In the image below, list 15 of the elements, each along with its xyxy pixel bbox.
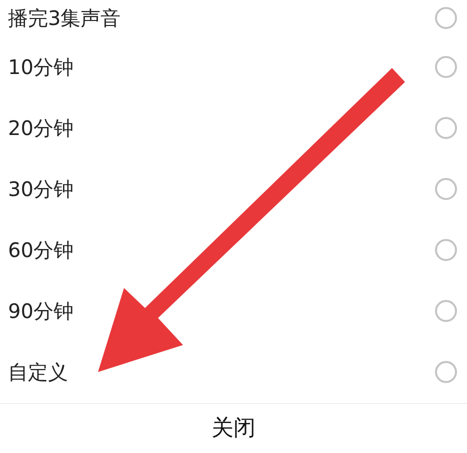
option-label: 20分钟: [8, 114, 74, 142]
option-label: 60分钟: [8, 236, 74, 264]
radio-button[interactable]: [435, 238, 457, 260]
option-label: 播完3集声音: [8, 5, 121, 32]
option-label: 自定义: [8, 358, 68, 386]
radio-button[interactable]: [435, 7, 457, 29]
close-button[interactable]: 关闭: [202, 408, 266, 449]
radio-button[interactable]: [435, 300, 457, 322]
option-label: 10分钟: [8, 54, 74, 80]
option-label: 90分钟: [8, 298, 74, 324]
option-label: 30分钟: [8, 176, 74, 202]
radio-button[interactable]: [435, 116, 457, 138]
radio-button[interactable]: [435, 56, 457, 78]
radio-button[interactable]: [435, 178, 457, 200]
radio-button[interactable]: [435, 360, 457, 382]
